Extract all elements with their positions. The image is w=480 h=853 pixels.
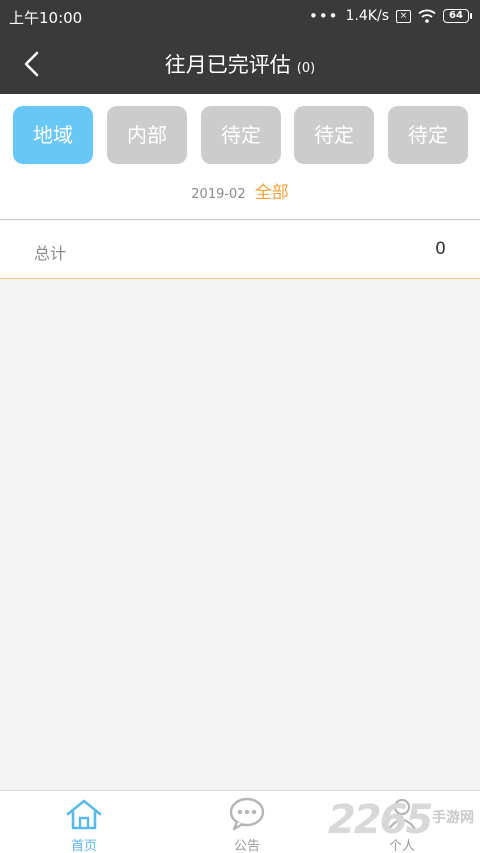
- tab-notices[interactable]: 公告: [167, 791, 327, 853]
- filter-button-internal[interactable]: 内部: [107, 106, 187, 164]
- home-icon: [63, 797, 105, 831]
- header-bar: 往月已完评估 (0): [0, 32, 480, 94]
- tab-home-label: 首页: [70, 839, 97, 853]
- total-label: 总计: [34, 244, 67, 263]
- page-title-wrap: 往月已完评估 (0): [0, 49, 480, 79]
- tab-home[interactable]: 首页: [4, 791, 164, 853]
- filter-button-pending-3[interactable]: 待定: [388, 106, 468, 164]
- page-title: 往月已完评估: [164, 53, 291, 77]
- wifi-icon: [418, 9, 436, 23]
- total-value: 0: [435, 239, 446, 259]
- filter-button-region[interactable]: 地域: [13, 106, 93, 164]
- status-indicators: ••• 1.4K/s × 64: [309, 6, 472, 26]
- filter-button-pending-1[interactable]: 待定: [201, 106, 281, 164]
- battery-level: 64: [443, 9, 469, 23]
- chat-bubble-icon: [226, 797, 268, 831]
- all-filter-link[interactable]: 全部: [255, 183, 289, 203]
- filter-panel: 地域 内部 待定 待定 待定 2019-02 全部: [0, 94, 480, 220]
- filter-button-pending-2[interactable]: 待定: [294, 106, 374, 164]
- status-time: 上午10:00: [9, 9, 83, 27]
- sim-icon: ×: [396, 9, 411, 23]
- status-bar: 上午10:00 ••• 1.4K/s × 64: [0, 0, 480, 32]
- list-content: [0, 280, 480, 790]
- bottom-tab-bar: 首页 公告 个人 2265 手游网: [0, 790, 480, 853]
- total-row: 总计 0: [0, 221, 480, 279]
- watermark-digits: 2265: [328, 797, 433, 843]
- battery-icon: 64: [443, 9, 472, 23]
- watermark-logo: 2265 手游网: [328, 797, 478, 849]
- filter-meta: 2019-02 全部: [0, 178, 480, 203]
- more-dots-icon: •••: [308, 7, 339, 25]
- selected-date[interactable]: 2019-02: [191, 187, 245, 202]
- title-count: (0): [296, 61, 316, 76]
- watermark-text: 手游网: [432, 810, 474, 826]
- network-speed: 1.4K/s: [345, 8, 389, 24]
- tab-notices-label: 公告: [233, 839, 260, 853]
